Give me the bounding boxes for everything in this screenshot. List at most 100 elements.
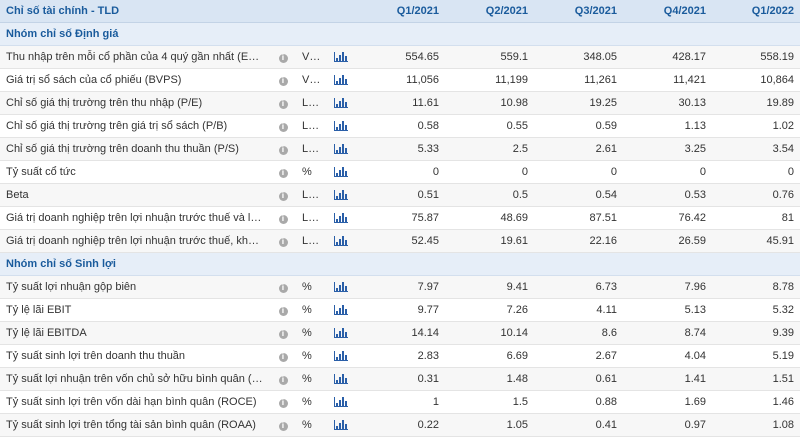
value-cell: 0.22 — [356, 413, 445, 437]
value-cell: 2.61 — [534, 137, 623, 161]
value-cell: 1.46 — [712, 390, 800, 414]
bar-chart-icon[interactable] — [334, 52, 348, 63]
info-icon[interactable]: i — [278, 284, 288, 293]
info-icon[interactable]: i — [278, 399, 288, 408]
bar-chart-icon[interactable] — [334, 213, 348, 224]
period-header[interactable]: Q4/2021 — [623, 0, 712, 23]
indicator-name: Tỷ suất lợi nhuận trên vốn chủ sở hữu bì… — [0, 367, 270, 391]
info-icon[interactable]: i — [278, 353, 288, 362]
table-row: Chỉ số giá thị trường trên thu nhập (P/E… — [0, 91, 800, 115]
value-cell: 559.1 — [445, 45, 534, 69]
period-header[interactable]: Q2/2021 — [445, 0, 534, 23]
value-cell: 6.73 — [534, 275, 623, 299]
bar-chart-icon[interactable] — [334, 282, 348, 293]
table-row: Tỷ suất lợi nhuận trên vốn chủ sở hữu bì… — [0, 367, 800, 391]
value-cell: 26.59 — [623, 229, 712, 253]
value-cell: 0.97 — [623, 413, 712, 437]
indicator-name: Tỷ suất lợi nhuận gộp biên — [0, 275, 270, 299]
chart-cell — [326, 45, 356, 69]
value-cell: 0 — [623, 160, 712, 184]
bar-chart-icon[interactable] — [334, 75, 348, 86]
info-icon[interactable]: i — [278, 215, 288, 224]
info-cell: i — [270, 321, 296, 345]
chart-cell — [326, 367, 356, 391]
value-cell: 10.14 — [445, 321, 534, 345]
value-cell: 9.39 — [712, 321, 800, 345]
table-row: Giá trị doanh nghiệp trên lợi nhuận trướ… — [0, 229, 800, 253]
value-cell: 11,421 — [623, 68, 712, 92]
info-icon[interactable]: i — [278, 77, 288, 86]
table-row: Giá trị doanh nghiệp trên lợi nhuận trướ… — [0, 206, 800, 230]
value-cell: 11,261 — [534, 68, 623, 92]
indicator-name: Chỉ số giá thị trường trên doanh thu thu… — [0, 137, 270, 161]
value-cell: 3.25 — [623, 137, 712, 161]
value-cell: 0.41 — [534, 413, 623, 437]
bar-chart-icon[interactable] — [334, 167, 348, 178]
value-cell: 81 — [712, 206, 800, 230]
info-icon[interactable]: i — [278, 169, 288, 178]
chart-cell — [326, 206, 356, 230]
value-cell: 0 — [445, 160, 534, 184]
indicator-name: Tỷ suất cổ tức — [0, 160, 270, 184]
info-icon[interactable]: i — [278, 376, 288, 385]
indicator-name: Chỉ số giá thị trường trên giá trị sổ sá… — [0, 114, 270, 138]
value-cell: 0 — [356, 160, 445, 184]
unit-label: % — [296, 390, 326, 414]
value-cell: 0.88 — [534, 390, 623, 414]
info-icon[interactable]: i — [278, 330, 288, 339]
value-cell: 0.5 — [445, 183, 534, 207]
value-cell: 0.54 — [534, 183, 623, 207]
value-cell: 19.89 — [712, 91, 800, 115]
value-cell: 10.98 — [445, 91, 534, 115]
value-cell: 1.08 — [712, 413, 800, 437]
unit-label: % — [296, 413, 326, 437]
indicator-name: Tỷ suất sinh lợi trên vốn dài hạn bình q… — [0, 390, 270, 414]
info-icon[interactable]: i — [278, 192, 288, 201]
value-cell: 0.31 — [356, 367, 445, 391]
info-icon[interactable]: i — [278, 123, 288, 132]
value-cell: 76.42 — [623, 206, 712, 230]
chart-cell — [326, 321, 356, 345]
bar-chart-icon[interactable] — [334, 236, 348, 247]
period-header[interactable]: Q1/2021 — [356, 0, 445, 23]
bar-chart-icon[interactable] — [334, 121, 348, 132]
value-cell: 554.65 — [356, 45, 445, 69]
bar-chart-icon[interactable] — [334, 351, 348, 362]
bar-chart-icon[interactable] — [334, 420, 348, 431]
bar-chart-icon[interactable] — [334, 328, 348, 339]
value-cell: 5.33 — [356, 137, 445, 161]
unit-label: Lần — [296, 91, 326, 115]
unit-label: VNĐ — [296, 45, 326, 69]
bar-chart-icon[interactable] — [334, 305, 348, 316]
table-row: Tỷ suất sinh lợi trên tổng tài sản bình … — [0, 413, 800, 437]
value-cell: 30.13 — [623, 91, 712, 115]
value-cell: 7.26 — [445, 298, 534, 322]
period-header[interactable]: Q1/2022 — [712, 0, 800, 23]
value-cell: 9.41 — [445, 275, 534, 299]
unit-label: Lần — [296, 206, 326, 230]
info-icon[interactable]: i — [278, 100, 288, 109]
info-cell: i — [270, 114, 296, 138]
value-cell: 5.13 — [623, 298, 712, 322]
bar-chart-icon[interactable] — [334, 190, 348, 201]
info-icon[interactable]: i — [278, 54, 288, 63]
value-cell: 3.54 — [712, 137, 800, 161]
value-cell: 0.58 — [356, 114, 445, 138]
table-row: Giá trị sổ sách của cổ phiếu (BVPS) i VNĐ 1… — [0, 68, 800, 92]
bar-chart-icon[interactable] — [334, 374, 348, 385]
unit-label: % — [296, 275, 326, 299]
unit-label: Lần — [296, 137, 326, 161]
value-cell: 1.48 — [445, 367, 534, 391]
chart-cell — [326, 298, 356, 322]
value-cell: 348.05 — [534, 45, 623, 69]
info-icon[interactable]: i — [278, 146, 288, 155]
bar-chart-icon[interactable] — [334, 397, 348, 408]
info-icon[interactable]: i — [278, 238, 288, 247]
indicator-name: Giá trị doanh nghiệp trên lợi nhuận trướ… — [0, 206, 270, 230]
bar-chart-icon[interactable] — [334, 144, 348, 155]
period-header[interactable]: Q3/2021 — [534, 0, 623, 23]
bar-chart-icon[interactable] — [334, 98, 348, 109]
table-row: Beta i Lần 0.51 0.5 0.54 0.53 0.76 — [0, 183, 800, 207]
value-cell: 6.69 — [445, 344, 534, 368]
info-icon[interactable]: i — [278, 307, 288, 316]
